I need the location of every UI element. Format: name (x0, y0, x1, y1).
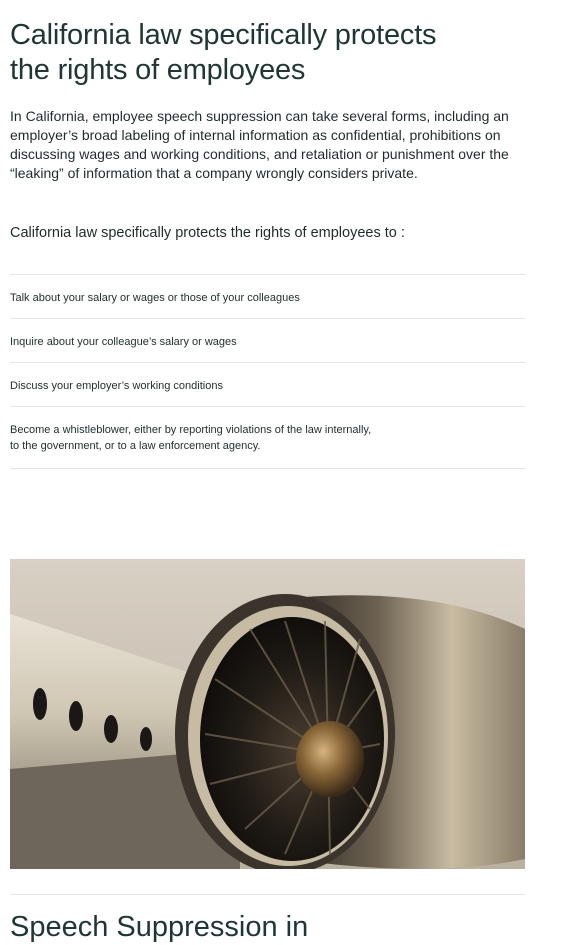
rights-list: Talk about your salary or wages or those… (10, 274, 525, 469)
rights-list-item: Inquire about your colleague’s salary or… (10, 319, 525, 363)
intro-paragraph: In California, employee speech suppressi… (10, 108, 509, 181)
rights-list-item: Become a whistleblower, either by report… (10, 407, 525, 469)
jet-engine-image (10, 559, 525, 869)
rights-list-item: Talk about your salary or wages or those… (10, 275, 525, 319)
page-title: California law specifically protects the… (10, 19, 437, 86)
rights-list-item: Discuss your employer’s working conditio… (10, 363, 525, 407)
next-section-heading: Speech Suppression in (10, 911, 309, 943)
rights-lead-text: California law specifically protects the… (10, 225, 405, 241)
jet-engine-illustration (10, 559, 525, 869)
section-divider (10, 894, 525, 895)
